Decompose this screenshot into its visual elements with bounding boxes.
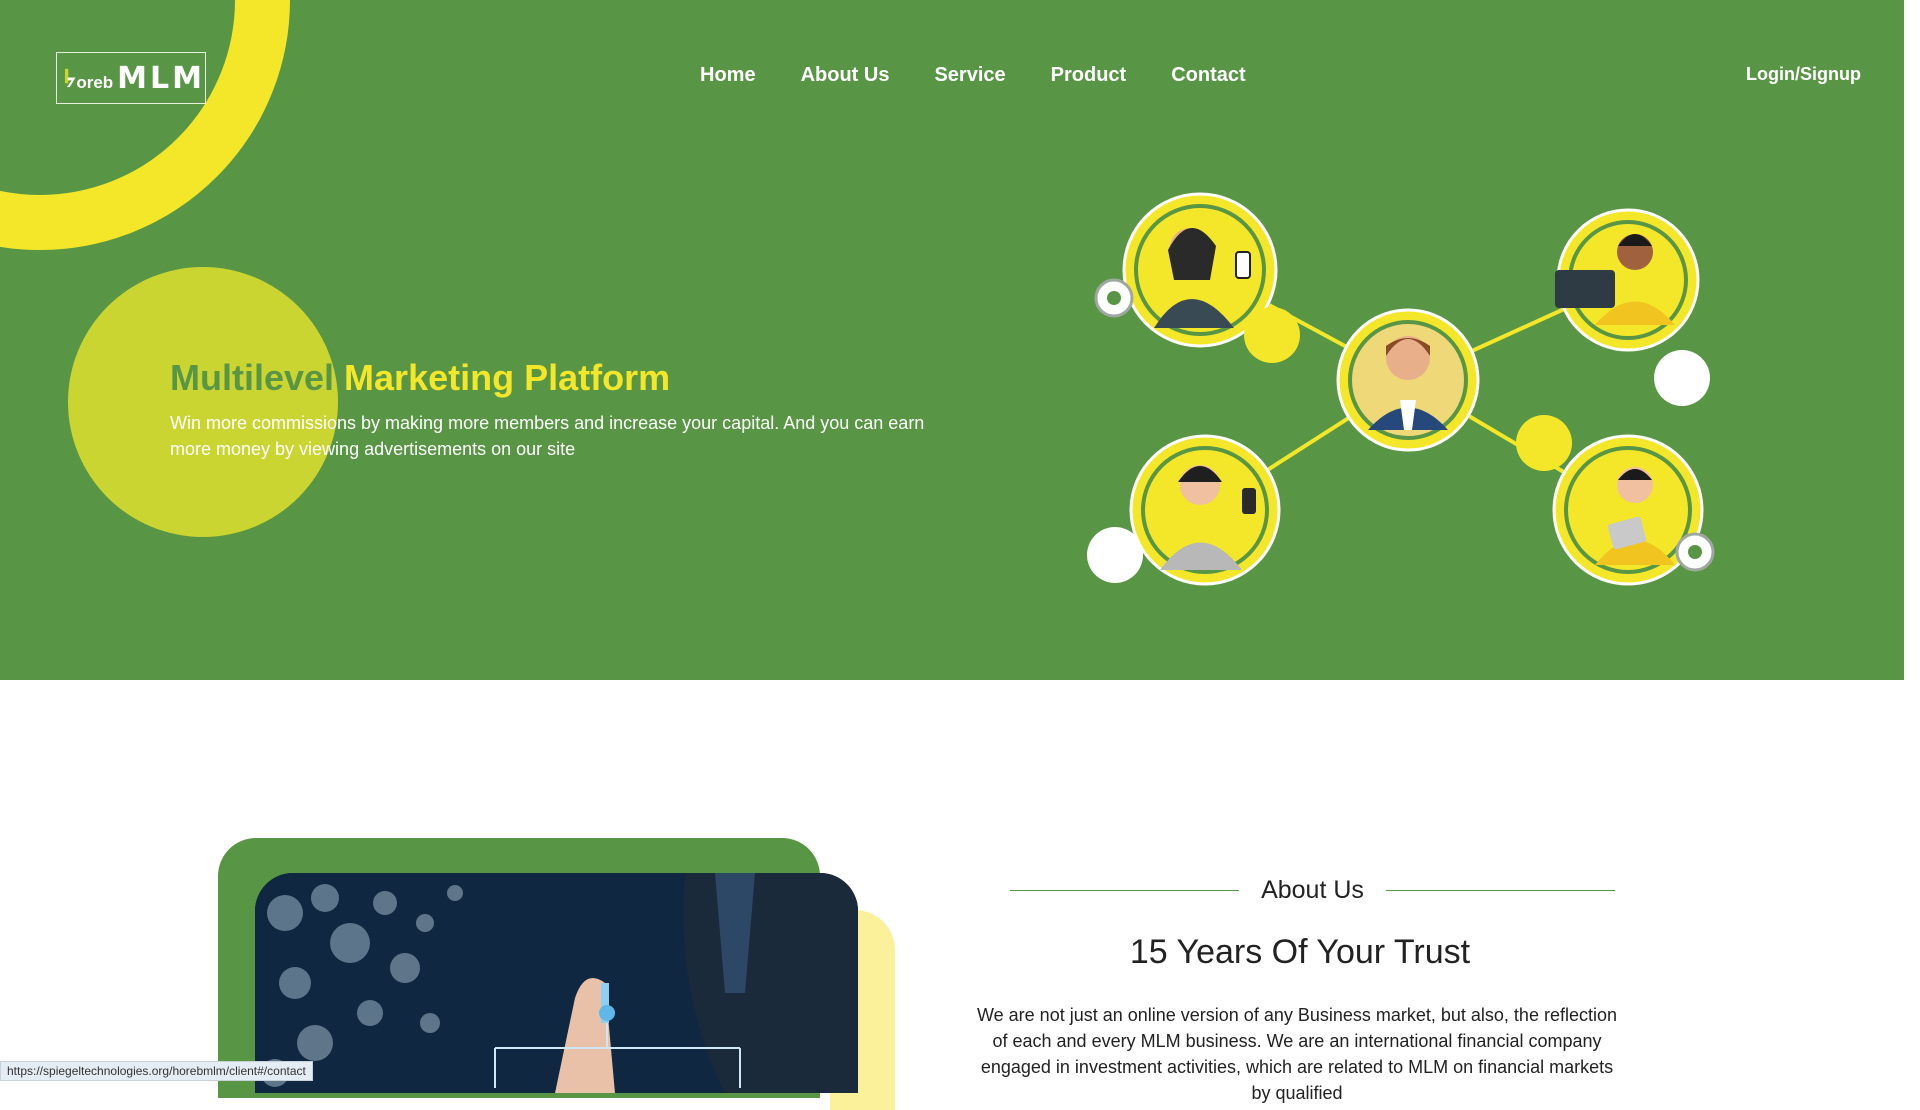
about-photo bbox=[255, 873, 858, 1093]
divider-left bbox=[1010, 889, 1240, 891]
hero-title-part2: Marketing Platform bbox=[334, 357, 671, 398]
nav-home[interactable]: Home bbox=[700, 64, 756, 87]
decorative-lime-circle bbox=[68, 267, 338, 537]
bubble-white-right bbox=[1654, 350, 1710, 406]
browser-status-url: https://spiegeltechnologies.org/horebmlm… bbox=[0, 1061, 313, 1081]
nav-service[interactable]: Service bbox=[934, 64, 1005, 87]
network-illustration bbox=[1087, 192, 1715, 586]
logo-text-small: oreb bbox=[76, 73, 114, 92]
about-section-label: About Us bbox=[1010, 872, 1615, 908]
hero-title-part1: Multilevel bbox=[170, 357, 335, 398]
about-heading: 15 Years Of Your Trust bbox=[1129, 933, 1471, 971]
divider-right bbox=[1385, 889, 1615, 891]
hero-section: oreb MLM Home About Us Service Product C… bbox=[0, 0, 1912, 680]
brand-logo[interactable]: oreb MLM bbox=[56, 52, 206, 104]
decorative-yellow-ring bbox=[0, 0, 290, 250]
logo-text-big: MLM bbox=[117, 60, 205, 96]
bubble-white-left bbox=[1087, 527, 1143, 583]
bubble-yellow-right bbox=[1516, 415, 1572, 471]
login-signup-link[interactable]: Login/Signup bbox=[1746, 64, 1861, 85]
hero-subtitle: Win more commissions by making more memb… bbox=[170, 413, 925, 459]
bubble-yellow-mid bbox=[1244, 307, 1300, 363]
about-body-text: We are not just an online version of any… bbox=[976, 1005, 1617, 1103]
hero-title: Multilevel Marketing Platform bbox=[170, 357, 670, 399]
nav-about-us[interactable]: About Us bbox=[801, 64, 890, 87]
nav-contact[interactable]: Contact bbox=[1171, 64, 1245, 87]
business-org-chart-image bbox=[255, 873, 858, 1093]
about-label-text: About Us bbox=[1261, 875, 1364, 904]
nav-product[interactable]: Product bbox=[1051, 64, 1127, 87]
main-nav: Home About Us Service Product Contact bbox=[700, 64, 1246, 87]
page-scroll-edge bbox=[1904, 0, 1912, 680]
